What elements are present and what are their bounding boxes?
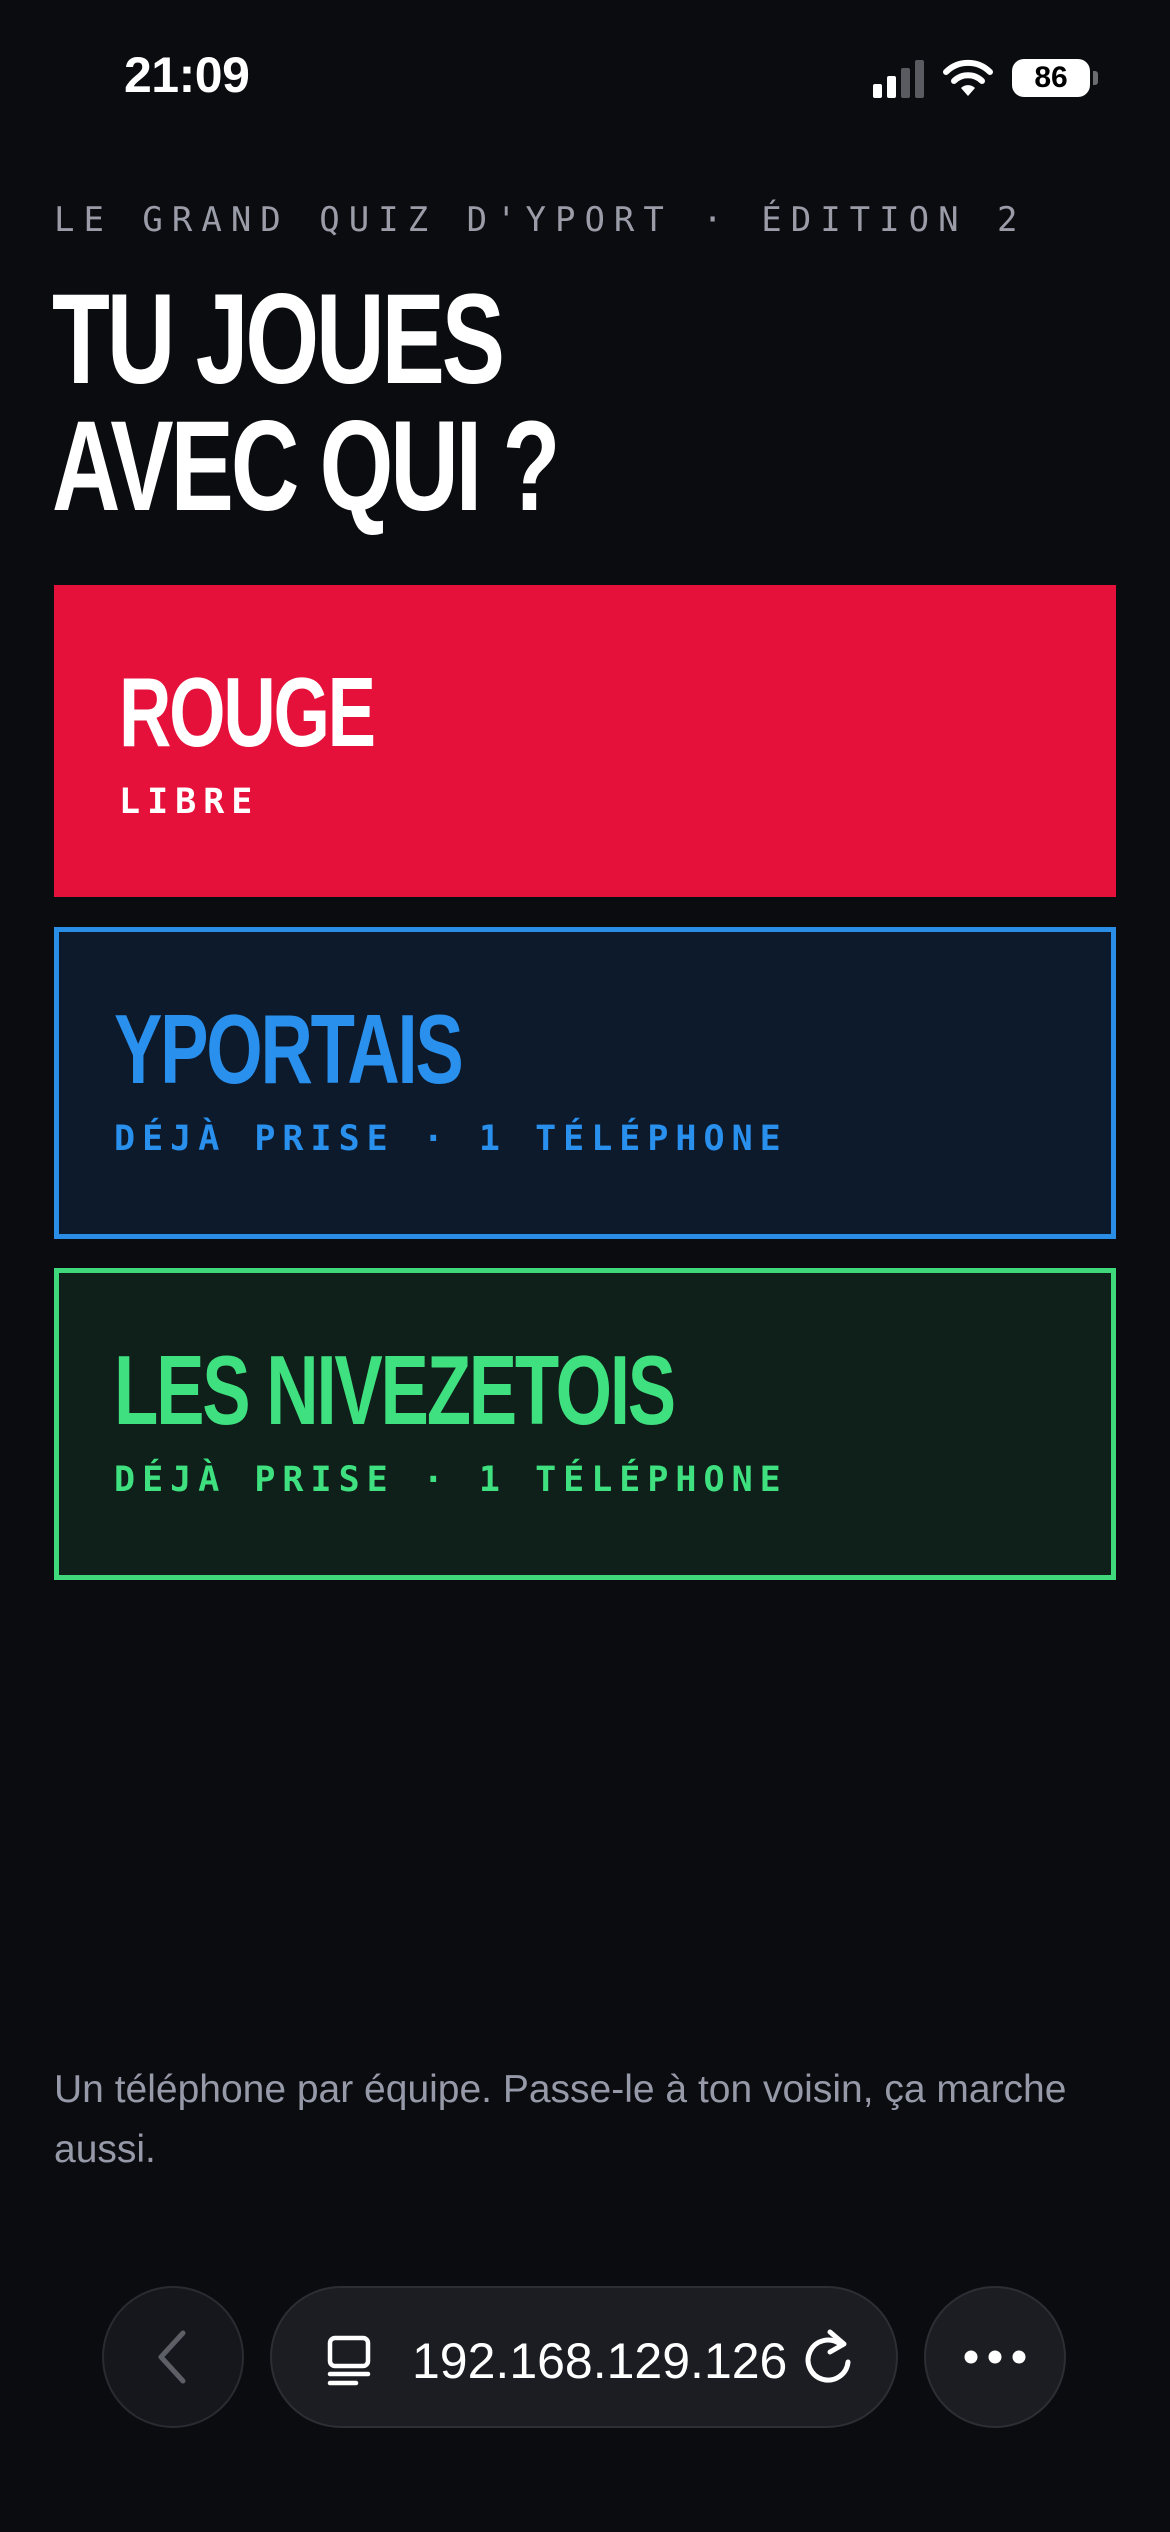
team-card-1[interactable]: ROUGE LIBRE	[54, 585, 1116, 897]
team-name: ROUGE	[119, 657, 376, 767]
quiz-kicker: LE GRAND QUIZ D'YPORT · ÉDITION 2	[54, 200, 1027, 240]
team-status: LIBRE	[119, 782, 260, 822]
url-text: 192.168.129.126	[412, 2333, 788, 2389]
battery-icon: 86	[1012, 59, 1098, 97]
footer-note: Un téléphone par équipe. Passe-le à ton …	[54, 2068, 1067, 2171]
page-menu-icon[interactable]	[322, 2334, 376, 2388]
reload-icon[interactable]	[800, 2328, 858, 2390]
more-button[interactable]	[924, 2286, 1066, 2428]
battery-level: 86	[1034, 61, 1068, 94]
address-bar[interactable]: 192.168.129.126	[270, 2286, 898, 2428]
team-status: DÉJÀ PRISE · 1 TÉLÉPHONE	[114, 1119, 788, 1159]
team-status: DÉJÀ PRISE · 1 TÉLÉPHONE	[114, 1460, 788, 1500]
back-button[interactable]	[102, 2286, 244, 2428]
more-icon	[964, 2350, 1026, 2364]
team-name: LES NIVEZETOIS	[114, 1335, 676, 1445]
status-indicators: 86	[873, 52, 1098, 104]
team-card-2[interactable]: YPORTAIS DÉJÀ PRISE · 1 TÉLÉPHONE	[54, 927, 1116, 1239]
team-card-3[interactable]: LES NIVEZETOIS DÉJÀ PRISE · 1 TÉLÉPHONE	[54, 1268, 1116, 1580]
wifi-icon	[943, 59, 993, 96]
page-title: TU JOUES AVEC QUI ?	[52, 268, 560, 538]
team-name: YPORTAIS	[114, 994, 464, 1104]
cellular-signal-icon	[873, 58, 924, 98]
status-time: 21:09	[124, 47, 250, 103]
chevron-left-icon	[158, 2330, 186, 2384]
